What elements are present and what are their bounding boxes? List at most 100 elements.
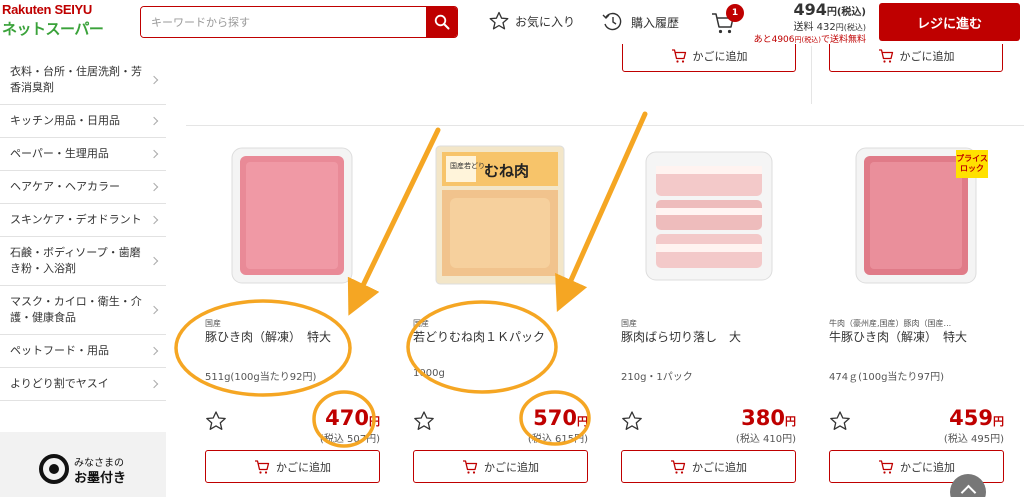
tax-included-price: (税込 615円) <box>527 434 588 445</box>
sidebar-item-skincare[interactable]: スキンケア・デオドラント <box>0 204 166 237</box>
sidebar-item-label: キッチン用品・日用品 <box>10 114 120 127</box>
divider <box>811 46 812 104</box>
sidebar-item-label: ヘアケア・ヘアカラー <box>10 180 120 193</box>
product-image[interactable] <box>220 138 365 293</box>
search-icon <box>434 14 449 30</box>
favorite-star-icon[interactable] <box>621 410 643 432</box>
chevron-right-icon <box>149 75 159 85</box>
sidebar-item-label: スキンケア・デオドラント <box>10 213 142 226</box>
checkout-button[interactable]: レジに進む <box>879 3 1020 41</box>
cart-icon <box>463 459 478 474</box>
free-shipping-suffix: で送料無料 <box>820 35 866 45</box>
product-price: 380円 <box>741 406 796 430</box>
add-to-cart-button[interactable]: かごに追加 <box>205 450 380 483</box>
sidebar-item-label: ペットフード・用品 <box>10 344 109 357</box>
chevron-right-icon <box>149 116 159 126</box>
favorite-star-icon[interactable] <box>413 410 435 432</box>
price-yen: 円 <box>785 415 796 428</box>
product-card: 国産若どり むね肉 国産 若どりむね肉１Ｋパック 1000g 570円 (税込 … <box>413 138 588 488</box>
search-box <box>140 6 458 38</box>
product-price: 570円 <box>533 406 588 430</box>
osumitsuki-logo-icon <box>39 454 69 484</box>
price-yen: 円 <box>993 415 1004 428</box>
sidebar-item-kitchen[interactable]: キッチン用品・日用品 <box>0 105 166 138</box>
sidebar-item-label: 石鹸・ボディソープ・歯磨き粉・入浴剤 <box>10 246 141 275</box>
add-to-cart-label: かごに追加 <box>692 460 747 474</box>
history-label: 購入履歴 <box>631 15 680 30</box>
sidebar-item-label: よりどり割でヤスイ <box>10 377 109 390</box>
package-brand: 国産若どり <box>450 161 485 170</box>
cart-total: 494 <box>793 0 827 19</box>
price-value: 380 <box>741 406 785 430</box>
product-name[interactable]: 豚肉ばら切り落し 大 <box>621 328 741 345</box>
cart-total-suffix: 円(税込) <box>826 7 866 18</box>
cart-summary: 494円(税込) 送料 432円(税込) あと4906円(税込)で送料無料 <box>754 1 866 46</box>
price-yen: 円 <box>369 415 380 428</box>
site-logo[interactable]: Rakuten SEIYU ネットスーパー <box>2 2 127 42</box>
tax-included-price: (税込 507円) <box>319 434 380 445</box>
sidebar-item-haircare[interactable]: ヘアケア・ヘアカラー <box>0 171 166 204</box>
sidebar-item-paper[interactable]: ペーパー・生理用品 <box>0 138 166 171</box>
product-weight: 210g・1パック <box>621 372 693 383</box>
logo-net-super: ネットスーパー <box>2 20 104 38</box>
chevron-right-icon <box>149 182 159 192</box>
product-image[interactable]: 国産若どり むね肉 <box>428 138 573 293</box>
chevron-right-icon <box>149 379 159 389</box>
add-to-cart-label: かごに追加 <box>899 50 955 63</box>
cart-icon <box>255 459 270 474</box>
product-image[interactable] <box>636 138 781 293</box>
tax-included-price: (税込 495円) <box>943 434 1004 445</box>
add-to-cart-label: かごに追加 <box>276 460 331 474</box>
sidebar-item-detergent[interactable]: 衣料・台所・住居洗剤・芳香消臭剤 <box>0 56 166 105</box>
favorite-star-icon[interactable] <box>829 410 851 432</box>
search-input[interactable] <box>141 7 427 37</box>
price-yen: 円 <box>577 415 588 428</box>
free-shipping-prefix: あと4906 <box>753 35 795 45</box>
product-weight: 474ｇ(100g当たり97円) <box>829 372 945 383</box>
sidebar-item-mask[interactable]: マスク・カイロ・衛生・介護・健康食品 <box>0 286 166 335</box>
chevron-right-icon <box>149 149 159 159</box>
star-icon <box>489 11 509 30</box>
sidebar-item-petfood[interactable]: ペットフード・用品 <box>0 335 166 368</box>
price-value: 459 <box>949 406 993 430</box>
cart-icon <box>878 49 893 63</box>
cart-icon <box>671 49 686 63</box>
product-price: 470円 <box>325 406 380 430</box>
tax-included-price: (税込 410円) <box>735 434 796 445</box>
product-card: 国産 豚ひき肉（解凍） 特大 511g(100g当たり92円) 470円 (税込… <box>205 138 380 488</box>
chevron-right-icon <box>149 346 159 356</box>
add-to-cart-label: かごに追加 <box>900 460 955 474</box>
product-card: 国産 豚肉ばら切り落し 大 210g・1パック 380円 (税込 410円) か… <box>621 138 796 488</box>
favorites-link[interactable]: お気に入り <box>489 11 575 31</box>
purchase-history-link[interactable]: 購入履歴 <box>601 11 679 33</box>
add-to-cart-label: かごに追加 <box>484 460 539 474</box>
sidebar-item-yoridori[interactable]: よりどり割でヤスイ <box>0 368 166 401</box>
site-header: Rakuten SEIYU ネットスーパー お気に入り 購入履歴 <box>0 0 1024 46</box>
history-icon <box>602 12 622 31</box>
product-name[interactable]: 若どりむね肉１Ｋパック <box>413 328 545 345</box>
product-weight: 1000g <box>413 368 445 379</box>
price-value: 570 <box>533 406 577 430</box>
chevron-right-icon <box>149 256 159 266</box>
chevron-right-icon <box>149 305 159 315</box>
shipping-label: 送料 <box>793 22 814 33</box>
logo-rakuten-seiyu: Rakuten SEIYU <box>2 2 93 17</box>
add-to-cart-label: かごに追加 <box>692 50 748 63</box>
search-button[interactable] <box>426 7 457 37</box>
sidebar-item-label: マスク・カイロ・衛生・介護・健康食品 <box>10 295 142 324</box>
sidebar-item-label: ペーパー・生理用品 <box>10 147 109 160</box>
product-price: 459円 <box>949 406 1004 430</box>
price-lock-badge: プライスロック <box>956 150 988 178</box>
banner-line2: お墨付き <box>74 471 127 486</box>
free-shipping-small: 円(税込) <box>794 36 821 44</box>
divider <box>186 125 1024 126</box>
add-to-cart-button[interactable]: かごに追加 <box>413 450 588 483</box>
add-to-cart-button[interactable]: かごに追加 <box>621 450 796 483</box>
osumitsuki-banner[interactable]: みなさまの お墨付き <box>0 432 166 497</box>
cart-icon <box>879 459 894 474</box>
product-name[interactable]: 牛豚ひき肉（解凍） 特大 <box>829 328 967 345</box>
product-name[interactable]: 豚ひき肉（解凍） 特大 <box>205 328 331 345</box>
favorite-star-icon[interactable] <box>205 410 227 432</box>
sidebar-item-soap[interactable]: 石鹸・ボディソープ・歯磨き粉・入浴剤 <box>0 237 166 286</box>
cart-icon <box>671 459 686 474</box>
